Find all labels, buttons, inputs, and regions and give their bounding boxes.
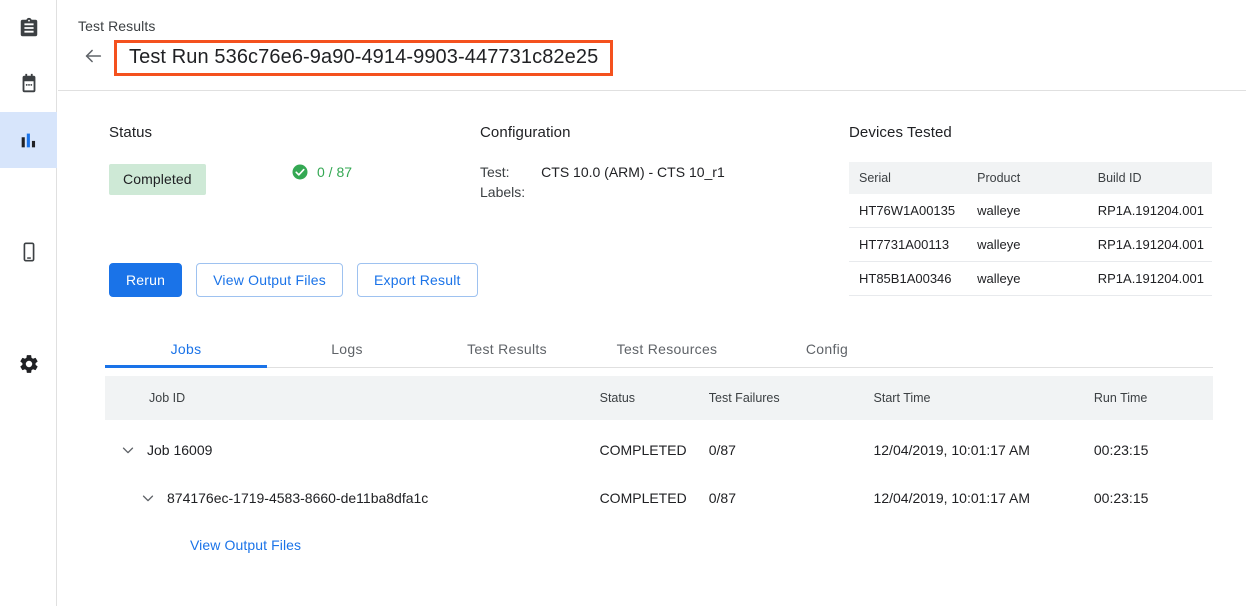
attempt-id-cell: 874176ec-1719-4583-8660-de11ba8dfa1c bbox=[105, 487, 600, 509]
table-row: HT85B1A00346 walleye RP1A.191204.001 bbox=[849, 262, 1212, 296]
calendar-icon bbox=[18, 73, 40, 95]
action-buttons: Rerun View Output Files Export Result bbox=[109, 263, 478, 297]
job-run-time: 00:23:15 bbox=[1094, 442, 1213, 458]
test-run-details-page: Test Results Test Run 536c76e6-9a90-4914… bbox=[0, 0, 1246, 606]
breadcrumb[interactable]: Test Results bbox=[78, 18, 155, 34]
pass-count-text: 0 / 87 bbox=[317, 164, 352, 180]
check-circle-icon bbox=[291, 163, 309, 181]
device-build-id: RP1A.191204.001 bbox=[1088, 262, 1212, 296]
tab-test-results[interactable]: Test Results bbox=[427, 330, 587, 367]
device-icon bbox=[18, 241, 40, 263]
device-serial: HT76W1A00135 bbox=[849, 194, 967, 228]
devices-table: Serial Product Build ID HT76W1A00135 wal… bbox=[849, 162, 1212, 296]
sidebar-item-schedules[interactable] bbox=[0, 56, 57, 112]
status-heading: Status bbox=[109, 124, 152, 141]
device-serial: HT7731A00113 bbox=[849, 228, 967, 262]
table-row[interactable]: 874176ec-1719-4583-8660-de11ba8dfa1c COM… bbox=[105, 474, 1213, 522]
job-test-failures: 0/87 bbox=[709, 442, 874, 458]
device-serial: HT85B1A00346 bbox=[849, 262, 967, 296]
config-value-test: CTS 10.0 (ARM) - CTS 10_r1 bbox=[541, 164, 725, 180]
tab-bar: Jobs Logs Test Results Test Resources Co… bbox=[105, 330, 1213, 368]
device-product: walleye bbox=[967, 228, 1088, 262]
clipboard-icon bbox=[18, 17, 40, 39]
header-divider bbox=[58, 90, 1246, 91]
rerun-button[interactable]: Rerun bbox=[109, 263, 182, 297]
bar-chart-icon bbox=[18, 129, 40, 151]
pass-count: 0 / 87 bbox=[291, 163, 352, 181]
title-row: Test Run 536c76e6-9a90-4914-9903-447731c… bbox=[78, 40, 613, 76]
export-result-button[interactable]: Export Result bbox=[357, 263, 478, 297]
page-title: Test Run 536c76e6-9a90-4914-9903-447731c… bbox=[129, 47, 598, 67]
jobs-col-status: Status bbox=[600, 391, 709, 405]
config-key-labels: Labels: bbox=[480, 184, 525, 200]
table-row: HT76W1A00135 walleye RP1A.191204.001 bbox=[849, 194, 1212, 228]
chevron-down-icon[interactable] bbox=[117, 439, 139, 461]
devices-tested-heading: Devices Tested bbox=[849, 124, 952, 141]
attempt-id-text: 874176ec-1719-4583-8660-de11ba8dfa1c bbox=[167, 490, 428, 506]
sidebar-item-devices[interactable] bbox=[0, 224, 57, 280]
page-title-highlight: Test Run 536c76e6-9a90-4914-9903-447731c… bbox=[114, 40, 613, 76]
tab-jobs[interactable]: Jobs bbox=[105, 330, 267, 367]
configuration-list: Test: CTS 10.0 (ARM) - CTS 10_r1 Labels: bbox=[480, 164, 725, 200]
device-build-id: RP1A.191204.001 bbox=[1088, 228, 1212, 262]
attempt-test-failures: 0/87 bbox=[709, 490, 874, 506]
tab-test-resources[interactable]: Test Resources bbox=[587, 330, 747, 367]
attempt-start-time: 12/04/2019, 10:01:17 AM bbox=[874, 490, 1094, 506]
configuration-heading: Configuration bbox=[480, 124, 571, 141]
devices-col-build-id: Build ID bbox=[1088, 162, 1212, 194]
jobs-col-test-failures: Test Failures bbox=[709, 391, 874, 405]
sidebar-item-test-suites[interactable] bbox=[0, 0, 57, 56]
jobs-col-run-time: Run Time bbox=[1094, 391, 1213, 405]
arrow-left-icon bbox=[82, 45, 104, 72]
back-button[interactable] bbox=[78, 43, 108, 73]
job-start-time: 12/04/2019, 10:01:17 AM bbox=[873, 442, 1093, 458]
job-id-text: Job 16009 bbox=[147, 442, 212, 458]
tab-config[interactable]: Config bbox=[747, 330, 907, 367]
status-badge: Completed bbox=[109, 164, 206, 195]
jobs-col-start-time: Start Time bbox=[874, 391, 1094, 405]
job-id-cell: Job 16009 bbox=[105, 439, 599, 461]
devices-col-serial: Serial bbox=[849, 162, 967, 194]
sidebar-item-test-results[interactable] bbox=[0, 112, 57, 168]
jobs-col-job-id: Job ID bbox=[105, 391, 600, 405]
tab-logs[interactable]: Logs bbox=[267, 330, 427, 367]
devices-col-product: Product bbox=[967, 162, 1088, 194]
config-key-test: Test: bbox=[480, 164, 525, 180]
jobs-table-header: Job ID Status Test Failures Start Time R… bbox=[105, 376, 1213, 420]
attempt-run-time: 00:23:15 bbox=[1094, 490, 1213, 506]
table-row: HT7731A00113 walleye RP1A.191204.001 bbox=[849, 228, 1212, 262]
device-product: walleye bbox=[967, 194, 1088, 228]
chevron-down-icon[interactable] bbox=[137, 487, 159, 509]
sidebar-item-settings[interactable] bbox=[0, 336, 57, 392]
attempt-view-output-files-link[interactable]: View Output Files bbox=[190, 537, 301, 553]
view-output-files-button[interactable]: View Output Files bbox=[196, 263, 343, 297]
sidebar bbox=[0, 0, 57, 606]
job-status: COMPLETED bbox=[599, 442, 708, 458]
config-value-labels bbox=[541, 184, 725, 200]
attempt-status: COMPLETED bbox=[600, 490, 709, 506]
device-product: walleye bbox=[967, 262, 1088, 296]
device-build-id: RP1A.191204.001 bbox=[1088, 194, 1212, 228]
table-row[interactable]: Job 16009 COMPLETED 0/87 12/04/2019, 10:… bbox=[105, 426, 1213, 474]
devices-header-row: Serial Product Build ID bbox=[849, 162, 1212, 194]
gear-icon bbox=[18, 353, 40, 375]
